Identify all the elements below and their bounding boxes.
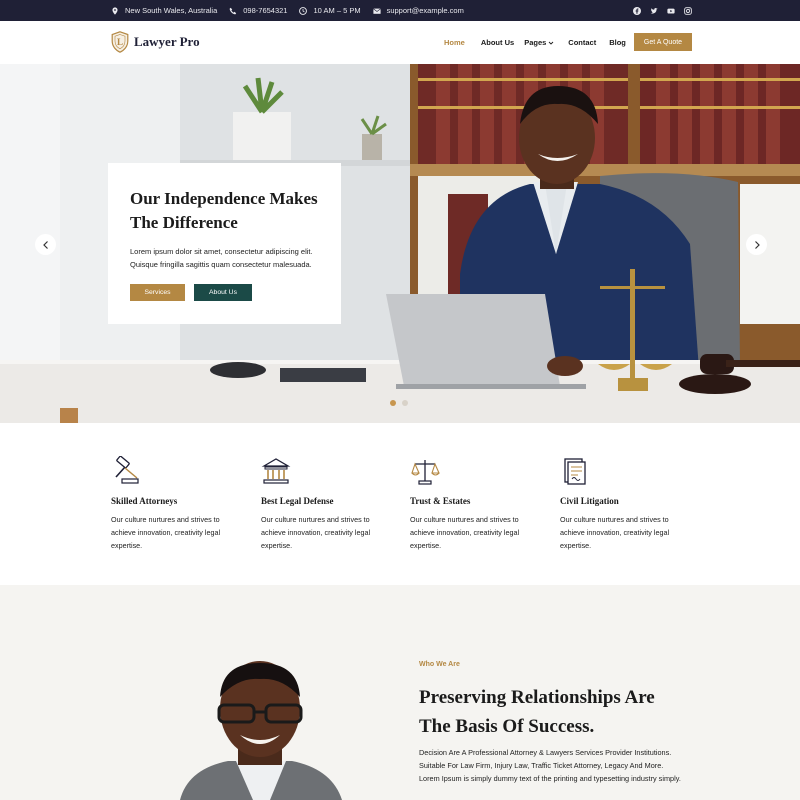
- gavel-icon: [115, 456, 139, 484]
- svg-text:L: L: [117, 37, 123, 47]
- feature-item: Best Legal Defense Our culture nurtures …: [261, 456, 391, 552]
- hero-content-card: Our Independence Makes The Difference Lo…: [108, 163, 341, 324]
- feature-text: Our culture nurtures and strives to achi…: [410, 515, 520, 550]
- shield-logo-icon: L: [111, 31, 129, 53]
- location-text: New South Wales, Australia: [125, 6, 218, 15]
- hero-title: Our Independence Makes The Difference: [130, 189, 318, 232]
- feature-title: Trust & Estates: [410, 496, 471, 506]
- about-us-button[interactable]: About Us: [194, 284, 252, 301]
- clock-icon: [299, 6, 308, 15]
- feature-item: Civil Litigation Our culture nurtures an…: [560, 456, 690, 552]
- attorney-portrait-photo: [180, 661, 342, 800]
- document-icon: [564, 458, 586, 485]
- nav-blog[interactable]: Blog: [609, 38, 626, 47]
- feature-title: Best Legal Defense: [261, 496, 334, 506]
- facebook-icon[interactable]: [633, 6, 641, 15]
- nav-home[interactable]: Home: [444, 38, 465, 47]
- brand-name: Lawyer Pro: [134, 34, 200, 49]
- nav-contact[interactable]: Contact: [568, 38, 596, 47]
- hero-buttons: Services About Us: [130, 284, 252, 301]
- get-quote-button[interactable]: Get A Quote: [634, 33, 692, 51]
- top-info-bar: New South Wales, Australia 098-7654321 1…: [0, 0, 800, 21]
- scales-icon: [411, 460, 440, 485]
- email-link[interactable]: support@example.com: [387, 6, 464, 15]
- contact-info: New South Wales, Australia 098-7654321 1…: [111, 0, 470, 21]
- phone-text[interactable]: 098-7654321: [243, 6, 287, 15]
- slider-prev-button[interactable]: [35, 234, 56, 255]
- chevron-down-icon: [548, 41, 554, 45]
- hours-text: 10 AM – 5 PM: [313, 6, 361, 15]
- feature-text: Our culture nurtures and strives to achi…: [261, 515, 371, 550]
- phone-icon: [229, 7, 237, 14]
- nav-pages[interactable]: Pages: [524, 38, 554, 47]
- slider-dot-2[interactable]: [402, 400, 408, 406]
- chevron-left-icon: [42, 240, 48, 249]
- nav-pages-label: Pages: [524, 38, 547, 47]
- section-text: Decision Are A Professional Attorney & L…: [419, 748, 681, 783]
- envelope-icon: [372, 8, 381, 14]
- feature-title: Skilled Attorneys: [111, 496, 178, 506]
- chevron-right-icon: [754, 240, 760, 249]
- nav-about[interactable]: About Us: [481, 38, 514, 47]
- site-header: L Lawyer Pro Home About Us Pages Contact…: [0, 21, 800, 64]
- slider-dot-1[interactable]: [390, 400, 396, 406]
- courthouse-icon: [261, 458, 291, 484]
- social-links: [633, 0, 692, 21]
- feature-text: Our culture nurtures and strives to achi…: [111, 515, 221, 550]
- youtube-icon[interactable]: [667, 7, 675, 15]
- twitter-icon[interactable]: [650, 7, 658, 15]
- brand-logo[interactable]: L Lawyer Pro: [111, 31, 200, 53]
- who-we-are-section: Who We Are Preserving Relationships Are …: [0, 585, 800, 800]
- feature-title: Civil Litigation: [560, 496, 619, 506]
- main-nav: Home About Us Pages Contact Blog: [444, 21, 626, 64]
- services-button[interactable]: Services: [130, 284, 185, 301]
- section-title: Preserving Relationships Are The Basis O…: [419, 687, 655, 737]
- slider-dots: [390, 400, 408, 406]
- feature-text: Our culture nurtures and strives to achi…: [560, 515, 670, 550]
- hero-text: Lorem ipsum dolor sit amet, consectetur …: [130, 247, 313, 269]
- feature-item: Trust & Estates Our culture nurtures and…: [410, 456, 540, 552]
- location-pin-icon: [112, 6, 118, 15]
- slider-next-button[interactable]: [746, 234, 767, 255]
- hero-slider: Our Independence Makes The Difference Lo…: [0, 64, 800, 423]
- features-section: Skilled Attorneys Our culture nurtures a…: [0, 423, 800, 585]
- feature-item: Skilled Attorneys Our culture nurtures a…: [111, 456, 241, 552]
- instagram-icon[interactable]: [684, 6, 692, 15]
- section-eyebrow: Who We Are: [419, 661, 460, 668]
